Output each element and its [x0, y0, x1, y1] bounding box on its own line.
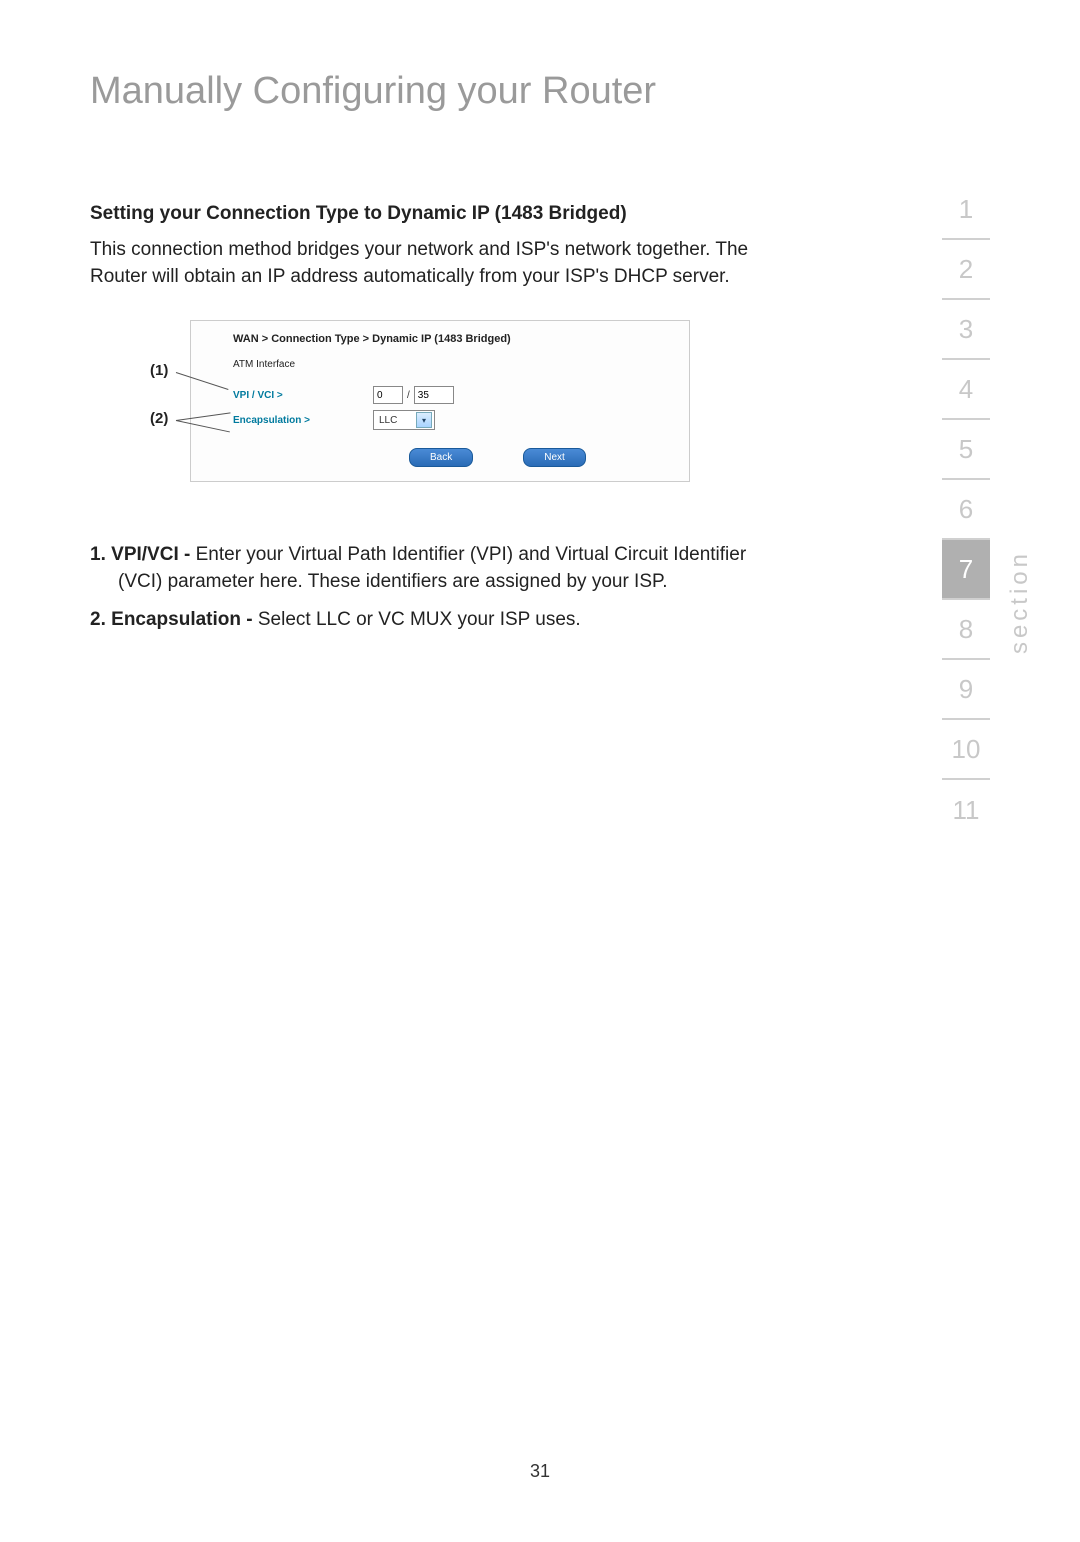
- section-label: section: [1006, 550, 1034, 654]
- section-heading: Setting your Connection Type to Dynamic …: [90, 203, 770, 225]
- atm-interface-label: ATM Interface: [233, 359, 373, 370]
- instruction-item-1: 1. VPI/VCI - Enter your Virtual Path Ide…: [90, 542, 760, 595]
- nav-section-10[interactable]: 10: [942, 720, 990, 780]
- callout-2: (2): [150, 410, 168, 427]
- page-number: 31: [0, 1461, 1080, 1482]
- config-screenshot: (1) (2) WAN > Connection Type > Dynamic …: [190, 320, 770, 482]
- nav-section-1[interactable]: 1: [942, 180, 990, 240]
- nav-section-11[interactable]: 11: [942, 780, 990, 840]
- vci-input[interactable]: [414, 386, 454, 404]
- nav-section-8[interactable]: 8: [942, 600, 990, 660]
- nav-section-3[interactable]: 3: [942, 300, 990, 360]
- encapsulation-value: LLC: [376, 415, 416, 426]
- slash-text: /: [407, 390, 410, 401]
- callout-1: (1): [150, 362, 168, 379]
- nav-section-5[interactable]: 5: [942, 420, 990, 480]
- chevron-down-icon: ▾: [416, 412, 432, 428]
- nav-section-4[interactable]: 4: [942, 360, 990, 420]
- next-button[interactable]: Next: [523, 448, 586, 467]
- vpi-vci-label: VPI / VCI >: [233, 390, 373, 401]
- page-title: Manually Configuring your Router: [90, 70, 990, 113]
- section-nav: 1234567891011: [942, 180, 990, 840]
- instructions-list: 1. VPI/VCI - Enter your Virtual Path Ide…: [90, 542, 760, 634]
- breadcrumb: WAN > Connection Type > Dynamic IP (1483…: [233, 333, 671, 345]
- encapsulation-label: Encapsulation >: [233, 415, 373, 426]
- encapsulation-select[interactable]: LLC ▾: [373, 410, 435, 430]
- nav-section-7[interactable]: 7: [942, 540, 990, 600]
- vpi-input[interactable]: [373, 386, 403, 404]
- nav-section-6[interactable]: 6: [942, 480, 990, 540]
- back-button[interactable]: Back: [409, 448, 473, 467]
- nav-section-2[interactable]: 2: [942, 240, 990, 300]
- instruction-item-2: 2. Encapsulation - Select LLC or VC MUX …: [90, 607, 760, 634]
- config-panel: WAN > Connection Type > Dynamic IP (1483…: [190, 320, 690, 482]
- intro-text: This connection method bridges your netw…: [90, 237, 770, 290]
- nav-section-9[interactable]: 9: [942, 660, 990, 720]
